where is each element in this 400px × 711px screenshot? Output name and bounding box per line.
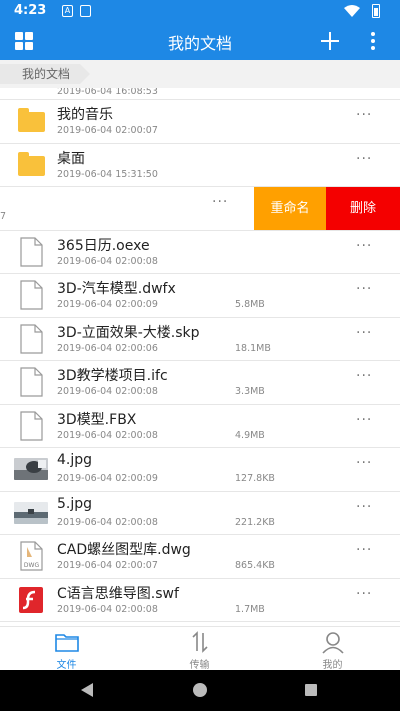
back-icon[interactable] (81, 683, 93, 697)
item-size: 4.9MB (235, 429, 265, 441)
file-list[interactable]: 2019-06-04 16:08:53 我的音乐 2019-06-04 02:0… (0, 88, 400, 626)
document-icon (20, 236, 43, 267)
item-name: 3D模型.FBX (57, 411, 137, 428)
breadcrumb-item[interactable]: 我的文档 (0, 64, 91, 84)
item-date-fragment: 7 (0, 211, 7, 222)
folder-icon (55, 634, 79, 652)
rename-button[interactable]: 重命名 (254, 187, 326, 230)
sd-card-icon (80, 5, 91, 17)
list-item[interactable]: 2019-06-04 16:08:53 (0, 88, 400, 100)
image-thumbnail-icon (14, 501, 48, 524)
file-row[interactable]: 3D-立面效果-大楼.skp 2019-06-04 02:00:06 18.1M… (0, 317, 400, 361)
file-row[interactable]: 5.jpg 2019-06-04 02:00:08 221.2KB (0, 491, 400, 535)
wifi-icon (344, 5, 360, 17)
item-name: 3D-汽车模型.dwfx (57, 281, 176, 297)
item-size: 3.3MB (235, 386, 265, 397)
item-name: CAD螺丝图型库.dwg (57, 542, 191, 558)
transfer-icon (192, 631, 208, 653)
item-name: C语言思维导图.swf (57, 585, 179, 602)
file-row[interactable]: 4.jpg 2019-06-04 02:00:09 127.8KB (0, 448, 400, 492)
battery-icon (372, 4, 380, 18)
file-row[interactable]: 365日历.oexe 2019-06-04 02:00:08 (0, 230, 400, 274)
item-more-icon[interactable] (356, 281, 372, 298)
item-more-icon[interactable] (356, 455, 372, 472)
item-name: 3D教学楼项目.ifc (57, 368, 168, 384)
item-size: 5.8MB (235, 299, 265, 310)
item-size: 1.7MB (235, 603, 265, 615)
item-date: 2019-06-04 02:00:08 (57, 386, 158, 397)
item-name: 我的音乐 (57, 107, 113, 123)
file-row[interactable]: DWG CAD螺丝图型库.dwg 2019-06-04 02:00:07 865… (0, 535, 400, 579)
file-row[interactable]: C语言思维导图.swf 2019-06-04 02:00:08 1.7MB (0, 578, 400, 622)
dwg-file-icon: DWG (20, 541, 43, 571)
item-more-icon[interactable] (356, 542, 372, 559)
tab-transfer[interactable]: 传输 (133, 627, 266, 671)
delete-button[interactable]: 删除 (326, 187, 400, 230)
recent-apps-icon[interactable] (305, 684, 317, 696)
item-more-icon[interactable] (356, 325, 372, 342)
folder-icon (18, 108, 45, 132)
profile-icon (322, 632, 344, 654)
item-date: 2019-06-04 02:00:06 (57, 342, 158, 354)
item-name: 4.jpg (57, 452, 93, 468)
item-date: 2019-06-04 16:08:53 (57, 88, 158, 97)
item-size: 221.2KB (235, 516, 275, 528)
item-name: 3D-立面效果-大楼.skp (57, 324, 200, 341)
dwg-badge-text: DWG (24, 562, 40, 569)
folder-row[interactable]: 桌面 2019-06-04 15:31:50 (0, 143, 400, 187)
item-date: 2019-06-04 02:00:08 (57, 603, 158, 615)
image-thumbnail-icon (14, 458, 48, 480)
file-row[interactable]: 3D教学楼项目.ifc 2019-06-04 02:00:08 3.3MB (0, 361, 400, 405)
tab-label: 传输 (189, 660, 210, 671)
item-more-icon[interactable] (356, 368, 372, 385)
flash-file-icon (19, 586, 43, 613)
item-more-icon[interactable] (356, 586, 372, 603)
add-icon[interactable] (318, 30, 342, 52)
breadcrumb-bar: 我的文档 (0, 60, 400, 88)
file-row[interactable]: 3D模型.FBX 2019-06-04 02:00:08 4.9MB (0, 404, 400, 448)
item-more-icon[interactable] (356, 412, 372, 429)
document-icon (20, 367, 43, 397)
item-date: 2019-06-04 02:00:08 (57, 429, 158, 441)
item-more-icon[interactable] (356, 499, 372, 516)
item-more-icon[interactable] (356, 238, 372, 255)
item-size: 127.8KB (235, 473, 275, 484)
item-more-icon[interactable] (356, 151, 372, 168)
home-icon[interactable] (193, 683, 207, 697)
file-row[interactable]: 3D-汽车模型.dwfx 2019-06-04 02:00:09 5.8MB (0, 274, 400, 318)
tab-files[interactable]: 文件 (0, 627, 133, 671)
app-bar: 我的文档 (0, 22, 400, 60)
item-date: 2019-06-04 02:00:07 (57, 560, 158, 571)
item-date: 2019-06-04 02:00:09 (57, 299, 158, 310)
tab-label: 我的 (322, 660, 343, 671)
item-date: 2019-06-04 02:00:08 (57, 255, 158, 267)
item-name: 5.jpg (57, 495, 93, 512)
item-date: 2019-06-04 02:00:09 (57, 473, 158, 484)
swiped-list-item[interactable]: 7 重命名 删除 (0, 187, 400, 231)
status-time: 4:23 (14, 3, 47, 18)
item-name: 桌面 (57, 150, 85, 167)
document-icon (20, 280, 43, 310)
tab-profile[interactable]: 我的 (266, 627, 399, 671)
folder-row[interactable]: 我的音乐 2019-06-04 02:00:07 (0, 100, 400, 144)
item-size: 865.4KB (235, 560, 275, 571)
document-icon (20, 410, 43, 441)
item-more-icon[interactable] (212, 194, 228, 211)
folder-icon (18, 151, 45, 176)
document-icon (20, 323, 43, 354)
more-menu-icon[interactable] (366, 31, 380, 51)
item-date: 2019-06-04 02:00:08 (57, 516, 158, 528)
tab-label: 文件 (56, 660, 77, 671)
bottom-tab-bar: 文件 传输 我的 (0, 626, 400, 671)
item-name: 365日历.oexe (57, 237, 150, 254)
item-date: 2019-06-04 02:00:07 (57, 125, 158, 136)
item-more-icon[interactable] (356, 107, 372, 124)
item-size: 18.1MB (235, 342, 271, 354)
system-nav-bar (0, 670, 400, 711)
status-bar: 4:23 A (0, 0, 400, 22)
app-notification-icon: A (62, 5, 73, 17)
item-date: 2019-06-04 15:31:50 (57, 168, 158, 180)
